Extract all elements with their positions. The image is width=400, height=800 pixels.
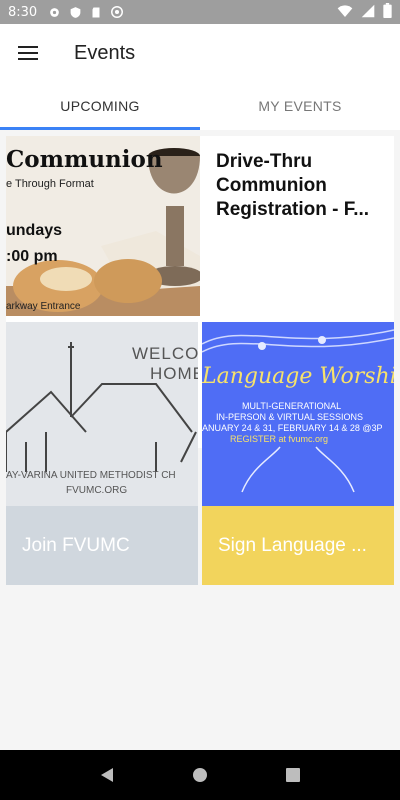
page-title: Events: [74, 41, 136, 64]
play-protect-icon: [68, 5, 82, 19]
status-time: 8:30: [8, 4, 38, 20]
app-bar: Events: [0, 24, 400, 82]
sd-card-icon: [89, 5, 103, 19]
at-sign-icon: [110, 5, 124, 19]
events-list: Communion e Through Format undays :00 pm…: [0, 130, 400, 750]
tab-bar: UPCOMING MY EVENTS: [0, 82, 400, 130]
card-label-sign-language: Sign Language ...: [218, 534, 367, 556]
image-text-sub4: REGISTER at fvumc.org: [230, 434, 329, 444]
image-text-sub2: IN-PERSON & VIRTUAL SESSIONS: [216, 412, 364, 422]
image-text-church: AY-VARINA UNITED METHODIST CH: [6, 470, 176, 481]
welcome-home-image: WELCO HOME AY-VARINA UNITED METHODIST CH…: [6, 322, 198, 506]
image-text-format: e Through Format: [6, 178, 94, 190]
image-text-home: HOME: [150, 364, 198, 383]
recents-icon[interactable]: [273, 755, 313, 795]
image-text-heading: Language Worship: [202, 364, 394, 389]
event-card-join[interactable]: WELCO HOME AY-VARINA UNITED METHODIST CH…: [6, 322, 198, 585]
image-text-time: :00 pm: [6, 248, 58, 265]
status-bar: 8:30: [0, 0, 400, 24]
image-text-welcome: WELCO: [132, 344, 198, 363]
image-text-communion: Communion: [6, 146, 163, 173]
system-nav-bar: [0, 750, 400, 800]
image-text-sub1: MULTI-GENERATIONAL: [242, 401, 342, 411]
home-icon[interactable]: [180, 755, 220, 795]
event-card-sign-language[interactable]: Language Worship MULTI-GENERATIONAL IN-P…: [202, 322, 394, 585]
sign-language-image: Language Worship MULTI-GENERATIONAL IN-P…: [202, 322, 394, 506]
back-icon[interactable]: [87, 755, 127, 795]
battery-icon: [383, 3, 392, 21]
cell-signal-icon: [361, 4, 375, 21]
image-text-site: FVUMC.ORG: [66, 485, 128, 496]
image-text-sundays: undays: [6, 222, 63, 239]
image-text-sub3: ANUARY 24 & 31, FEBRUARY 14 & 28 @3P: [202, 423, 383, 433]
image-text-entrance: arkway Entrance: [6, 301, 81, 312]
tab-upcoming[interactable]: UPCOMING: [0, 82, 200, 130]
wifi-icon: [337, 4, 353, 21]
card-label-join: Join FVUMC: [22, 534, 130, 556]
settings-gear-icon: [47, 5, 61, 19]
tab-my-events[interactable]: MY EVENTS: [200, 82, 400, 130]
hamburger-menu-icon[interactable]: [0, 25, 56, 81]
